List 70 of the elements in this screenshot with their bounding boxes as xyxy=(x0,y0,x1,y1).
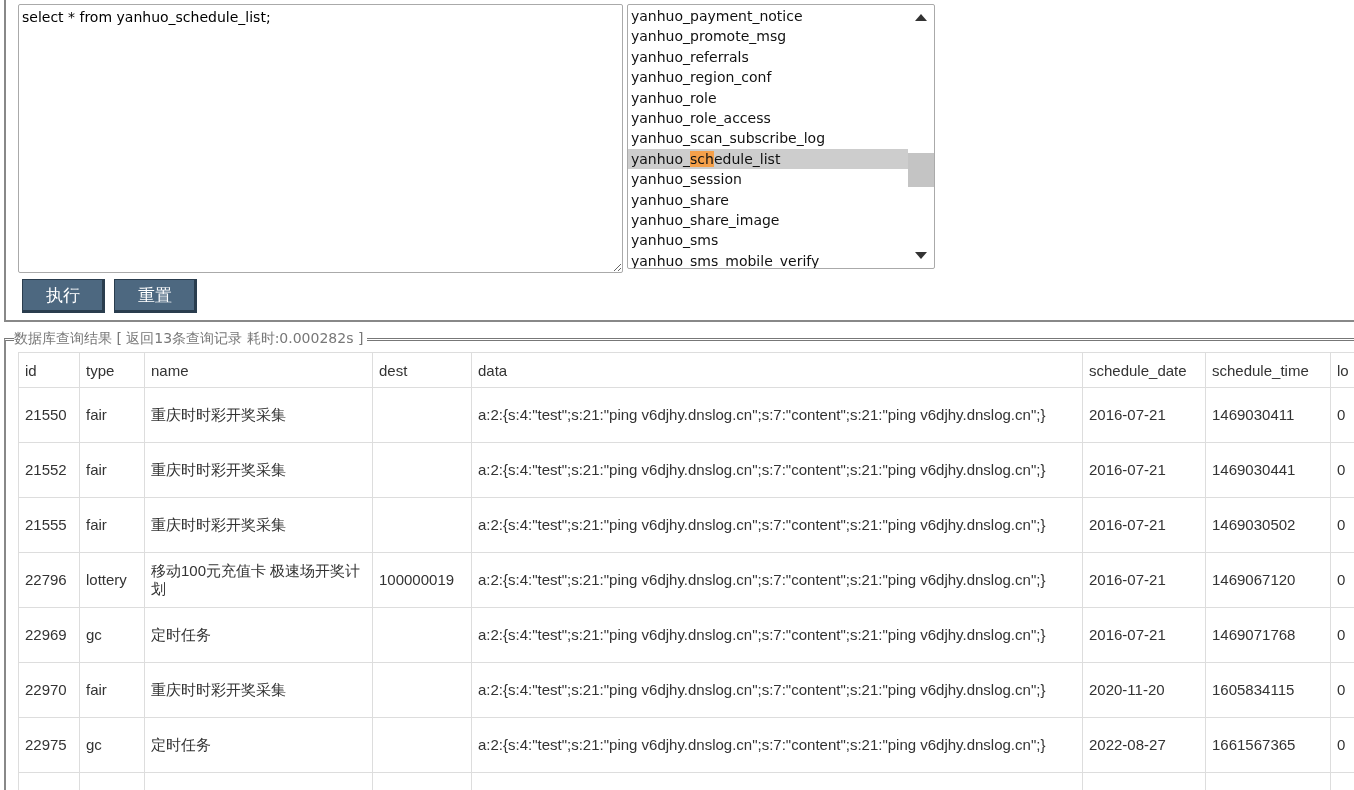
table-list-item[interactable]: yanhuo_share xyxy=(628,189,908,211)
table-cell: a:2:{s:4:"test";s:21:"ping v6djhy.dnslog.cn";s:7:"content";s:21:"ping v6djhy.dnslog.cn";} xyxy=(471,442,1083,498)
table-cell: 2022-08-27 xyxy=(1082,717,1206,773)
table-cell: 2020-11-20 xyxy=(1082,662,1206,718)
table-cell: gc xyxy=(79,607,145,663)
table-cell: 21552 xyxy=(18,442,80,498)
table-list-item[interactable]: yanhuo_role_access xyxy=(628,108,908,129)
table-cell: a:2:{s:4:"test";s:21:"ping v6djhy.dnslog.cn";s:7:"content";s:21:"ping v6djhy.dnslog.cn";} xyxy=(471,497,1083,553)
column-header[interactable]: name xyxy=(144,352,373,388)
scrollbar-thumb[interactable] xyxy=(908,153,934,187)
column-header[interactable]: type xyxy=(79,352,145,388)
table-cell: 定时任务 xyxy=(144,607,373,663)
table-list-item[interactable]: yanhuo_promote_msg xyxy=(628,26,908,47)
table-cell: 重庆时时彩开奖采集 xyxy=(144,662,373,718)
table-listbox[interactable] xyxy=(627,4,935,269)
table-cell: a:2:{s:4:"test";s:21:"ping v6djhy.dnslog.cn";s:7:"content";s:21:"ping v6djhy.dnslog.cn";} xyxy=(471,607,1083,663)
table-cell: 重庆时时彩开奖采集 xyxy=(144,442,373,498)
scroll-up-icon[interactable] xyxy=(915,13,927,21)
table-cell: 1469067120 xyxy=(1205,552,1331,608)
table-cell: fair xyxy=(79,442,145,498)
column-header[interactable]: lo xyxy=(1330,352,1354,388)
table-cell: fair xyxy=(79,497,145,553)
scroll-down-icon[interactable] xyxy=(915,252,927,260)
table-cell: 22796 xyxy=(18,552,80,608)
table-cell: 1469071768 xyxy=(1205,607,1331,663)
column-header[interactable]: schedule_date xyxy=(1082,352,1206,388)
action-button[interactable]: 重置 xyxy=(114,279,197,313)
table-cell: 重庆时时彩开奖采集 xyxy=(144,387,373,443)
table-cell: 21550 xyxy=(18,387,80,443)
table-cell: fair xyxy=(79,662,145,718)
table-cell: a:2:{s:4:"test";s:21:"ping v6djhy.dnslog.cn";s:7:"content";s:21:"ping v6djhy.dnslog.cn";} xyxy=(471,387,1083,443)
results-legend: 数据库查询结果 [ 返回13条查询记录 耗时:0.000282s ] xyxy=(14,330,368,348)
table-list-item[interactable]: yanhuo_payment_notice xyxy=(628,6,908,27)
table-cell: 定时任务 xyxy=(144,717,373,773)
table-cell: 22970 xyxy=(18,662,80,718)
table-cell: 2016-07-21 xyxy=(1082,607,1206,663)
table-cell: 1605834115 xyxy=(1205,662,1331,718)
table-cell: 22969 xyxy=(18,607,80,663)
table-cell: 移动100元充值卡 极速场开奖计划 xyxy=(144,552,373,608)
table-list-item[interactable]: yanhuo_session xyxy=(628,169,908,190)
table-cell: a:2:{s:4:"test";s:21:"ping v6djhy.dnslog.cn";s:7:"content";s:21:"ping v6djhy.dnslog.cn";} xyxy=(471,662,1083,718)
table-list-item[interactable]: yanhuo_share_image xyxy=(628,210,908,231)
table-cell: fair xyxy=(79,387,145,443)
table-list-item[interactable]: yanhuo_sms xyxy=(628,230,908,251)
table-cell: 重庆时时彩开奖采集 xyxy=(144,497,373,553)
table-cell: 21555 xyxy=(18,497,80,553)
table-cell: 2016-07-21 xyxy=(1082,552,1206,608)
table-cell: a:2:{s:4:"test";s:21:"ping v6djhy.dnslog.cn";s:7:"content";s:21:"ping v6djhy.dnslog.cn";} xyxy=(471,552,1083,608)
column-header[interactable]: id xyxy=(18,352,80,388)
table-cell: lottery xyxy=(79,552,145,608)
table-list-item[interactable]: yanhuo_scan_subscribe_log xyxy=(628,128,908,149)
table-cell: 1469030441 xyxy=(1205,442,1331,498)
action-button[interactable]: 执行 xyxy=(22,279,105,313)
table-cell: 2016-07-21 xyxy=(1082,442,1206,498)
table-list-item[interactable]: yanhuo_referrals xyxy=(628,46,908,68)
table-list-item[interactable]: yanhuo_role xyxy=(628,87,908,109)
table-cell: gc xyxy=(79,717,145,773)
table-cell: 100000019 xyxy=(372,552,472,608)
column-header[interactable]: dest xyxy=(372,352,472,388)
table-cell: 1469030411 xyxy=(1205,387,1331,443)
column-header[interactable]: schedule_time xyxy=(1205,352,1331,388)
table-cell: 2016-07-21 xyxy=(1082,497,1206,553)
table-cell: 1661567365 xyxy=(1205,717,1331,773)
table-cell: 22975 xyxy=(18,717,80,773)
table-cell: 2016-07-21 xyxy=(1082,387,1206,443)
sql-editor[interactable]: select * from yanhuo_schedule_list; xyxy=(18,4,623,273)
table-cell: 1469030502 xyxy=(1205,497,1331,553)
column-header[interactable]: data xyxy=(471,352,1083,388)
table-list-item[interactable]: yanhuo_region_conf xyxy=(628,67,908,88)
table-cell: a:2:{s:4:"test";s:21:"ping v6djhy.dnslog.cn";s:7:"content";s:21:"ping v6djhy.dnslog.cn";} xyxy=(471,717,1083,773)
